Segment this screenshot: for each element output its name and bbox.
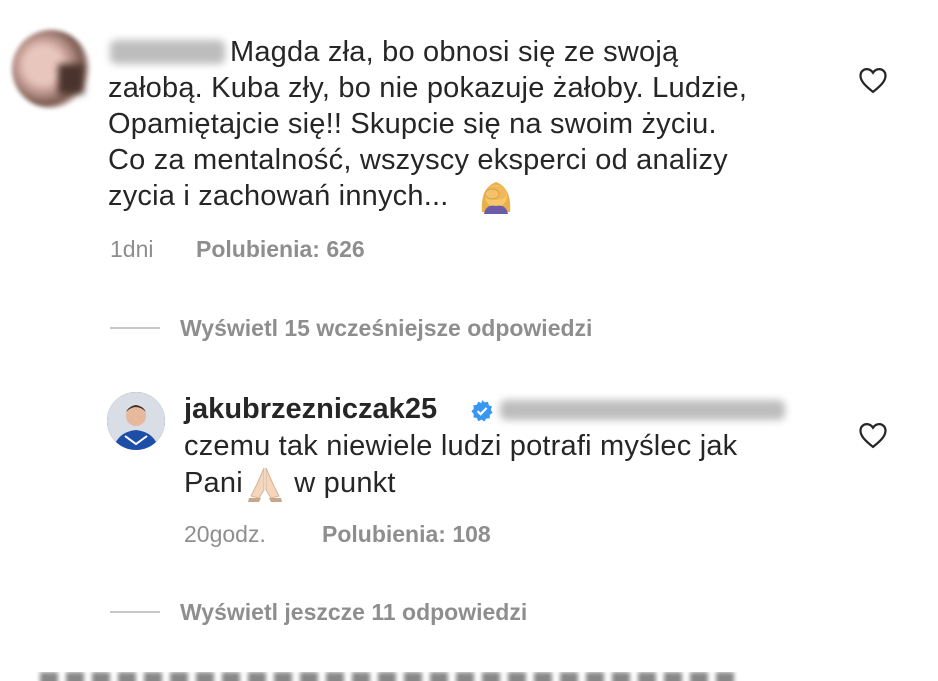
- reply-likes[interactable]: Polubienia: 108: [322, 521, 491, 548]
- commenter-avatar[interactable]: [12, 30, 90, 108]
- like-comment-heart-icon[interactable]: [858, 66, 888, 94]
- comment-time: 1dni: [110, 236, 154, 262]
- like-reply-heart-icon[interactable]: [858, 421, 888, 449]
- facepalm-emoji: [476, 176, 516, 216]
- reply-text-pani: Pani: [184, 467, 243, 499]
- next-comment-partial: [0, 672, 938, 681]
- reply-username[interactable]: jakubrzezniczak25: [184, 393, 437, 426]
- view-earlier-replies-link[interactable]: Wyświetl 15 wcześniejsze odpowiedzi: [180, 315, 592, 342]
- replies-divider: [110, 327, 160, 329]
- more-replies-divider: [110, 611, 160, 613]
- verified-badge-icon: [470, 399, 494, 423]
- comment-text: Magda zła, bo obnosi się ze swoją załobą…: [108, 36, 748, 212]
- reply-text-tail: w punkt: [286, 467, 396, 499]
- view-more-replies-link[interactable]: Wyświetl jeszcze 11 odpowiedzi: [180, 599, 527, 626]
- reply-time: 20godz.: [184, 521, 266, 547]
- mentioned-username-blurred[interactable]: [500, 400, 785, 420]
- reply-avatar[interactable]: [107, 392, 165, 450]
- comment-likes[interactable]: Polubienia: 626: [196, 236, 365, 263]
- pray-emoji: [245, 462, 285, 502]
- comment-body: Magda zła, bo obnosi się ze swoją załobą…: [108, 34, 828, 214]
- reply-text-line1: czemu tak niewiele ludzi potrafi myślec …: [184, 430, 738, 462]
